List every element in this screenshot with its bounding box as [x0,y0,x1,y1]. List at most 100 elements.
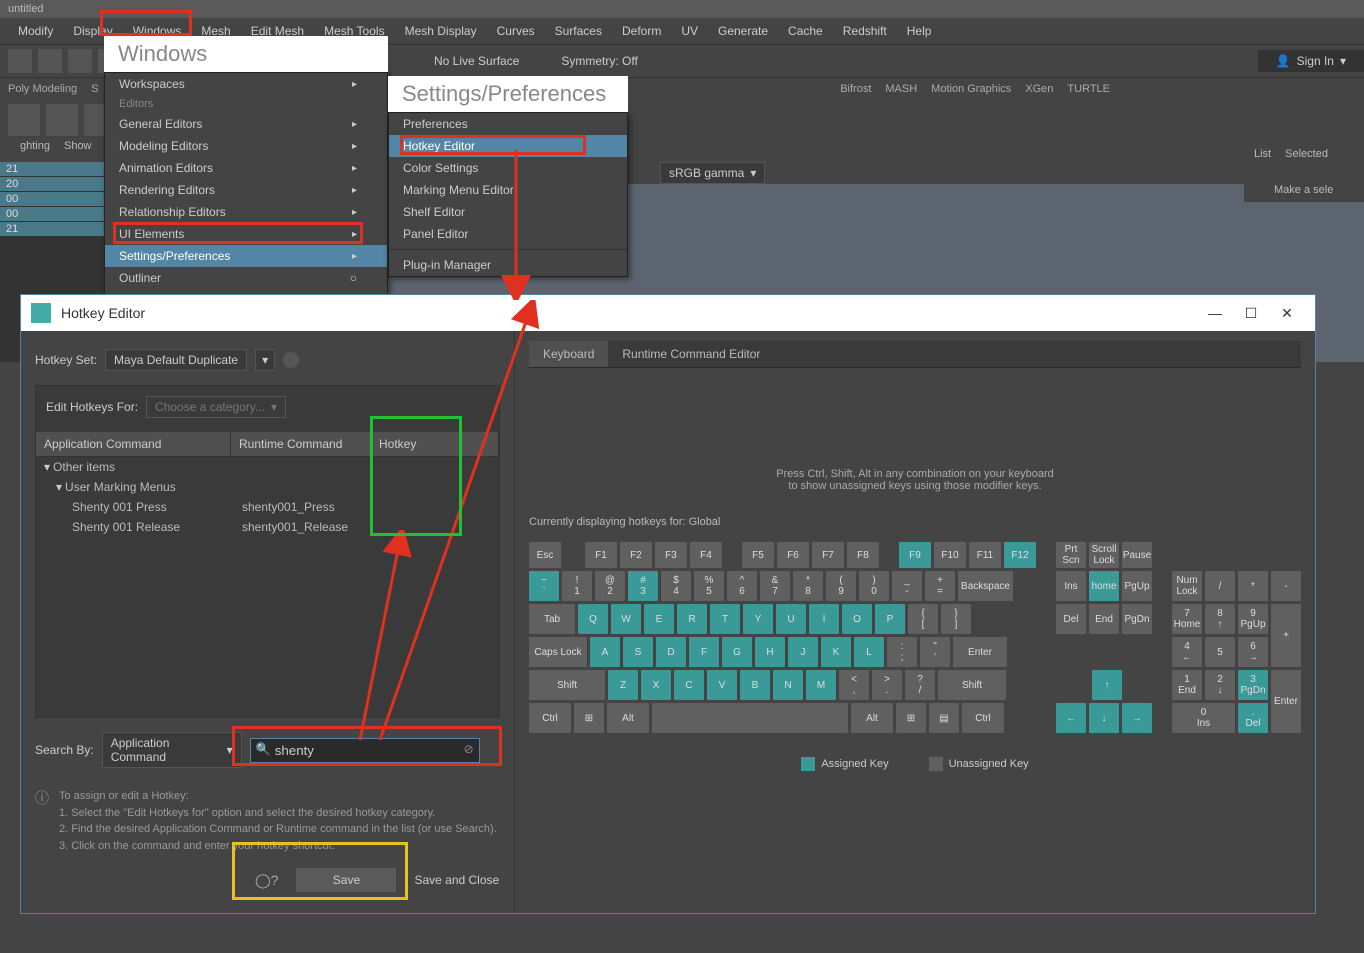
kb-key-pgup[interactable]: PgUp [1122,571,1152,601]
tab-runtime[interactable]: Runtime Command Editor [608,341,774,367]
kb-key-4[interactable]: $4 [661,571,691,601]
kb-key-del[interactable]: Del [1056,604,1086,634]
kb-key-f2[interactable]: F2 [620,542,652,568]
kb-key-f7[interactable]: F7 [812,542,844,568]
menu-animation-editors[interactable]: Animation Editors▸ [105,157,387,179]
outliner-row[interactable]: 000 [0,207,120,222]
kb-key-ctrl[interactable]: Ctrl [529,703,571,733]
kb-key-0ins[interactable]: 0Ins [1172,703,1235,733]
kb-key-backspace[interactable]: Backspace [958,571,1013,601]
menu-outliner[interactable]: Outliner○ [105,267,387,289]
kb-key-f12[interactable]: F12 [1004,542,1036,568]
menu-cache[interactable]: Cache [778,20,833,42]
kb-key-6[interactable]: 6→ [1238,637,1268,667]
shelf-icon[interactable] [8,104,40,136]
maximize-button[interactable]: ☐ [1233,305,1269,322]
minimize-button[interactable]: — [1197,305,1233,321]
rp-list[interactable]: List [1254,148,1271,160]
kb-key-[interactable] [652,703,848,733]
menu-panel-editor[interactable]: Panel Editor [389,223,627,245]
colorspace-dropdown[interactable]: sRGB gamma ▾ [660,162,765,184]
close-button[interactable]: ✕ [1269,305,1305,322]
save-button[interactable]: Save [296,868,396,892]
kb-key-[interactable]: <, [839,670,869,700]
kb-key-j[interactable]: J [788,637,818,667]
kb-key-8[interactable]: 8↑ [1205,604,1235,634]
menu-surfaces[interactable]: Surfaces [545,20,612,42]
kb-key-6[interactable]: ^6 [727,571,757,601]
col-hotkey[interactable]: Hotkey [371,432,499,456]
kb-key-pause[interactable]: Pause [1122,542,1152,568]
menu-ui-elements[interactable]: UI Elements▸ [105,223,387,245]
kb-key-[interactable]: ↓ [1089,703,1119,733]
kb-key-f4[interactable]: F4 [690,542,722,568]
menu-plugin-manager[interactable]: Plug-in Manager [389,254,627,276]
kb-key-ins[interactable]: Ins [1056,571,1086,601]
outliner-row[interactable]: 210 [0,222,120,237]
menu-uv[interactable]: UV [671,20,708,42]
kb-key-9pgup[interactable]: 9PgUp [1238,604,1268,634]
menu-rendering-editors[interactable]: Rendering Editors▸ [105,179,387,201]
kb-key-5[interactable]: 5 [1205,637,1235,667]
kb-key-alt[interactable]: Alt [851,703,893,733]
kb-key-prtscn[interactable]: PrtScn [1056,542,1086,568]
kb-key-f10[interactable]: F10 [934,542,966,568]
kb-key-alt[interactable]: Alt [607,703,649,733]
kb-key-c[interactable]: C [674,670,704,700]
menu-modify[interactable]: Modify [8,20,63,42]
collapse-icon[interactable]: ▾ [44,460,50,474]
kb-key-p[interactable]: P [875,604,905,634]
kb-key-b[interactable]: B [740,670,770,700]
kb-key-pgdn[interactable]: PgDn [1122,604,1152,634]
kb-key-k[interactable]: K [821,637,851,667]
kb-key-n[interactable]: N [773,670,803,700]
menu-marking-menu-editor[interactable]: Marking Menu Editor [389,179,627,201]
shelf-tab[interactable]: MASH [885,83,917,95]
kb-key-[interactable]: ⊞ [896,703,926,733]
kb-key-2[interactable]: @2 [595,571,625,601]
kb-key-[interactable]: >. [872,670,902,700]
col-appcmd[interactable]: Application Command [36,432,231,456]
shelf-tab[interactable]: Motion Graphics [931,83,1011,95]
kb-key-[interactable]: → [1122,703,1152,733]
kb-key-[interactable]: ⊞ [574,703,604,733]
kb-key-q[interactable]: Q [578,604,608,634]
tab-keyboard[interactable]: Keyboard [529,341,608,367]
menu-color-settings[interactable]: Color Settings [389,157,627,179]
kb-key-s[interactable]: S [623,637,653,667]
kb-key-[interactable]: ← [1056,703,1086,733]
kb-key-5[interactable]: %5 [694,571,724,601]
kb-key-9[interactable]: (9 [826,571,856,601]
kb-key-end[interactable]: End [1089,604,1119,634]
kb-key-home[interactable]: home [1089,571,1119,601]
kb-key-[interactable]: ?/ [905,670,935,700]
kb-key-y[interactable]: Y [743,604,773,634]
shelf-tab[interactable]: TURTLE [1067,83,1110,95]
kb-key-a[interactable]: A [590,637,620,667]
kb-key-g[interactable]: G [722,637,752,667]
shelf-tab[interactable]: Bifrost [840,83,871,95]
kb-key-numlock[interactable]: NumLock [1172,571,1202,601]
kb-key-del[interactable]: .Del [1238,703,1268,733]
kb-key-ctrl[interactable]: Ctrl [962,703,1004,733]
outliner-row[interactable]: 200 [0,177,120,192]
edit-for-select[interactable]: Choose a category...▾ [146,396,286,418]
menu-redshift[interactable]: Redshift [833,20,897,42]
kb-key-[interactable]: ↑ [1092,670,1122,700]
tree-row[interactable]: ▾User Marking Menus [36,477,499,497]
kb-key-l[interactable]: L [854,637,884,667]
col-runtime[interactable]: Runtime Command [231,432,371,456]
kb-key-[interactable]: += [925,571,955,601]
kb-key-x[interactable]: X [641,670,671,700]
kb-key-h[interactable]: H [755,637,785,667]
kb-key-f9[interactable]: F9 [899,542,931,568]
kb-key-[interactable]: - [1271,571,1301,601]
kb-key-d[interactable]: D [656,637,686,667]
kb-key-f3[interactable]: F3 [655,542,687,568]
kb-key-f11[interactable]: F11 [969,542,1001,568]
kb-key-f1[interactable]: F1 [585,542,617,568]
kb-key-4[interactable]: 4← [1172,637,1202,667]
kb-key-enter[interactable]: Enter [953,637,1007,667]
menu-deform[interactable]: Deform [612,20,671,42]
kb-key-z[interactable]: Z [608,670,638,700]
